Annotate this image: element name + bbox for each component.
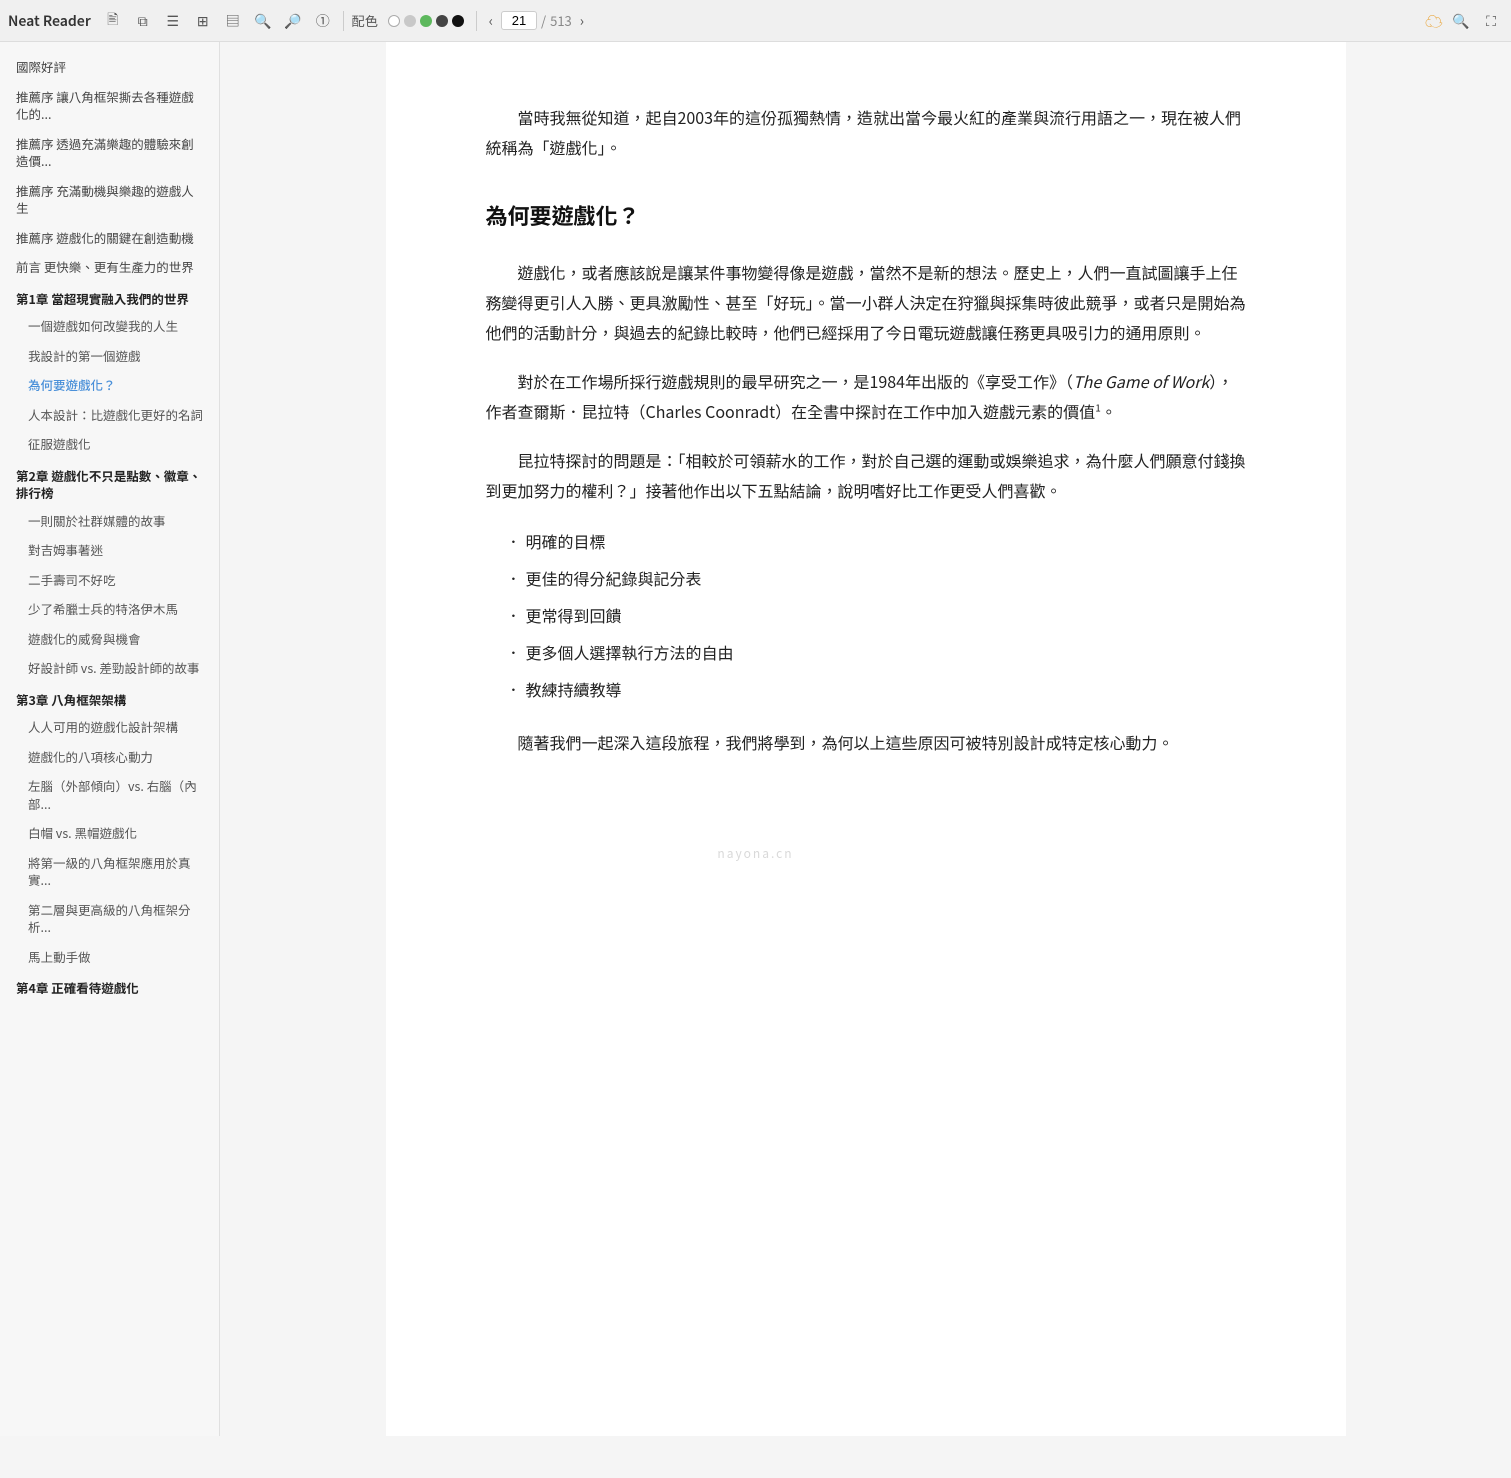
bullet-item-2: 更常得到回饋 <box>506 597 1246 634</box>
color-black[interactable] <box>452 15 464 27</box>
sidebar-item-s20[interactable]: 人人可用的遊戲化設計架構 <box>0 712 219 742</box>
sidebar-item-s7[interactable]: 一個遊戲如何改變我的人生 <box>0 311 219 341</box>
search-icon-1[interactable]: 🔍 <box>251 9 275 33</box>
sidebar-item-s16[interactable]: 少了希臘士兵的特洛伊木馬 <box>0 594 219 624</box>
sidebar-item-s19[interactable]: 第3章 八角框架架構 <box>0 683 219 713</box>
cloud-icon[interactable]: ☁ <box>1425 8 1443 34</box>
fullscreen-icon[interactable]: ⛶ <box>1479 9 1503 33</box>
prev-page-button[interactable]: ‹ <box>485 9 497 33</box>
sidebar-item-s26[interactable]: 馬上動手做 <box>0 942 219 972</box>
color-light[interactable] <box>404 15 416 27</box>
app-title: Neat Reader <box>8 11 91 31</box>
sidebar-item-s1[interactable]: 推薦序 讓八角框架撕去各種遊戲化的... <box>0 82 219 129</box>
color-green[interactable] <box>420 15 432 27</box>
bullet-item-3: 更多個人選擇執行方法的自由 <box>506 634 1246 671</box>
sidebar-item-s0[interactable]: 國際好評 <box>0 52 219 82</box>
paragraph-1: 遊戲化，或者應該說是讓某件事物變得像是遊戲，當然不是新的想法。歷史上，人們一直試… <box>486 257 1246 348</box>
sidebar-item-s3[interactable]: 推薦序 充滿動機與樂趣的遊戲人生 <box>0 176 219 223</box>
sidebar-item-s4[interactable]: 推薦序 遊戲化的關鍵在創造動機 <box>0 223 219 253</box>
sidebar-item-s13[interactable]: 一則關於社群媒體的故事 <box>0 506 219 536</box>
layout-icon[interactable]: ▤ <box>221 9 245 33</box>
zoom-icon[interactable]: ① <box>311 9 335 33</box>
color-dots <box>388 15 464 27</box>
sidebar-item-s8[interactable]: 我設計的第一個遊戲 <box>0 341 219 371</box>
sidebar-item-s18[interactable]: 好設計師 vs. 差勁設計師的故事 <box>0 653 219 683</box>
sidebar-item-s6[interactable]: 第1章 當超現實融入我們的世界 <box>0 282 219 312</box>
intro-paragraph: 當時我無從知道，起自2003年的這份孤獨熱情，造就出當今最火紅的產業與流行用語之… <box>486 102 1246 163</box>
next-page-button[interactable]: › <box>576 9 588 33</box>
paragraph-3: 昆拉特探討的問題是：「相較於可領薪水的工作，對於自己選的運動或娛樂追求，為什麼人… <box>486 445 1246 506</box>
sidebar-item-s25[interactable]: 第二層與更高級的八角框架分析... <box>0 895 219 942</box>
watermark: nayona.cn <box>717 845 793 862</box>
sidebar-item-s23[interactable]: 白帽 vs. 黑帽遊戲化 <box>0 818 219 848</box>
sidebar-item-s12[interactable]: 第2章 遊戲化不只是點數、徽章、排行榜 <box>0 459 219 506</box>
sidebar-item-s14[interactable]: 對吉姆事著迷 <box>0 535 219 565</box>
bullet-list: 明確的目標更佳的得分紀錄與記分表更常得到回饋更多個人選擇執行方法的自由教練持續教… <box>506 523 1246 707</box>
divider-2 <box>476 11 477 31</box>
page-number-input[interactable]: 21 <box>501 11 537 30</box>
book-title: The Game of Work <box>1073 369 1209 393</box>
page-separator: / <box>541 11 546 30</box>
sidebar-item-s17[interactable]: 遊戲化的威脅與機會 <box>0 624 219 654</box>
bookmark-icon[interactable]: 🖹 <box>101 9 125 33</box>
sidebar-item-s15[interactable]: 二手壽司不好吃 <box>0 565 219 595</box>
para2-start: 對於在工作場所採行遊戲規則的最早研究之一，是1984年出版的《享受工作》（ <box>518 369 1074 393</box>
sidebar-item-s22[interactable]: 左腦（外部傾向）vs. 右腦（內部... <box>0 771 219 818</box>
sidebar-item-s21[interactable]: 遊戲化的八項核心動力 <box>0 742 219 772</box>
divider-1 <box>343 11 344 31</box>
main-layout: 國際好評推薦序 讓八角框架撕去各種遊戲化的...推薦序 透過充滿樂趣的體驗來創造… <box>0 42 1511 1436</box>
page-content: 當時我無從知道，起自2003年的這份孤獨熱情，造就出當今最火紅的產業與流行用語之… <box>486 102 1246 758</box>
sidebar-item-s9[interactable]: 為何要遊戲化？ <box>0 370 219 400</box>
bullet-item-0: 明確的目標 <box>506 523 1246 560</box>
bullet-item-4: 教練持續教導 <box>506 671 1246 708</box>
copy-icon[interactable]: ⧉ <box>131 9 155 33</box>
bullet-item-1: 更佳的得分紀錄與記分表 <box>506 560 1246 597</box>
sidebar-item-s5[interactable]: 前言 更快樂、更有生產力的世界 <box>0 252 219 282</box>
section-title: 為何要遊戲化？ <box>486 195 1246 237</box>
sidebar-item-s24[interactable]: 將第一級的八角框架應用於真實... <box>0 848 219 895</box>
color-label: 配色 <box>352 11 378 30</box>
menu-icon[interactable]: ☰ <box>161 9 185 33</box>
sidebar: 國際好評推薦序 讓八角框架撕去各種遊戲化的...推薦序 透過充滿樂趣的體驗來創造… <box>0 42 220 1436</box>
paragraph-4: 隨著我們一起深入這段旅程，我們將學到，為何以上這些原因可被特別設計成特定核心動力… <box>486 727 1246 757</box>
sidebar-item-s27[interactable]: 第4章 正確看待遊戲化 <box>0 971 219 1001</box>
para2-end: 。 <box>1101 399 1117 423</box>
sidebar-item-s2[interactable]: 推薦序 透過充滿樂趣的體驗來創造價... <box>0 129 219 176</box>
toolbar-right: ☁ 🔍 ⛶ <box>1425 8 1503 34</box>
search-right-icon[interactable]: 🔍 <box>1449 9 1473 33</box>
grid-icon[interactable]: ⊞ <box>191 9 215 33</box>
content-area: 當時我無從知道，起自2003年的這份孤獨熱情，造就出當今最火紅的產業與流行用語之… <box>386 42 1346 1436</box>
sidebar-item-s11[interactable]: 征服遊戲化 <box>0 429 219 459</box>
page-total: 513 <box>550 11 572 30</box>
paragraph-2: 對於在工作場所採行遊戲規則的最早研究之一，是1984年出版的《享受工作》（The… <box>486 366 1246 427</box>
page-navigation: ‹ 21 / 513 › <box>485 9 588 33</box>
toolbar: Neat Reader 🖹 ⧉ ☰ ⊞ ▤ 🔍 🔎 ① 配色 ‹ 21 / 51… <box>0 0 1511 42</box>
color-white[interactable] <box>388 15 400 27</box>
sidebar-item-s10[interactable]: 人本設計：比遊戲化更好的名詞 <box>0 400 219 430</box>
search-icon-2[interactable]: 🔎 <box>281 9 305 33</box>
color-dark[interactable] <box>436 15 448 27</box>
